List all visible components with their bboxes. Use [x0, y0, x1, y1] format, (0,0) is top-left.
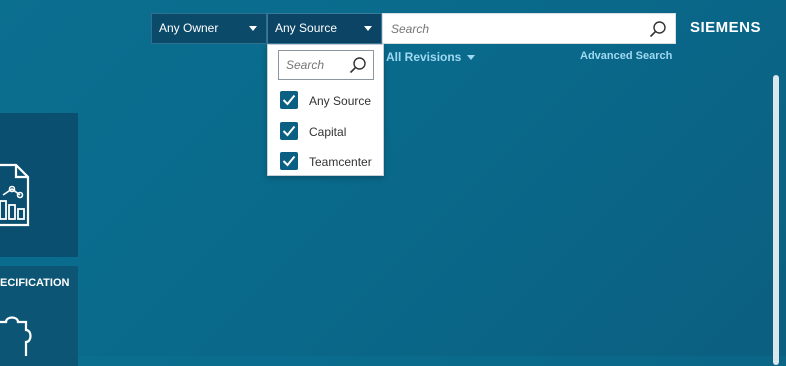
option-label: Capital	[309, 125, 347, 139]
specification-tile[interactable]: ECIFICATION	[0, 266, 78, 366]
option-label: Any Source	[309, 94, 372, 108]
checkbox[interactable]	[280, 91, 298, 109]
checkmark-icon	[282, 94, 296, 106]
checkmark-icon	[282, 155, 296, 167]
option-label: Teamcenter	[309, 155, 372, 169]
tile-label: ECIFICATION	[0, 277, 70, 289]
source-filter-dropdown[interactable]: Any Source	[267, 13, 382, 44]
search-icon[interactable]	[649, 20, 667, 43]
search-input[interactable]	[391, 20, 641, 38]
scrollbar[interactable]	[773, 75, 779, 365]
checkbox[interactable]	[280, 152, 298, 170]
dropdown-search-box	[278, 50, 374, 80]
checkmark-icon	[282, 125, 296, 137]
owner-filter-label: Any Owner	[159, 21, 219, 35]
revisions-filter[interactable]: All Revisions	[386, 50, 476, 64]
puzzle-icon	[0, 316, 32, 356]
caret-down-icon	[364, 26, 372, 31]
source-dropdown-panel: Any Source Capital Teamcenter	[267, 44, 384, 176]
search-box	[382, 13, 676, 44]
caret-down-icon	[467, 55, 476, 61]
siemens-logo: SIEMENS	[690, 19, 762, 36]
document-chart-icon	[0, 163, 30, 227]
advanced-search-link[interactable]: Advanced Search	[580, 50, 672, 62]
owner-filter-dropdown[interactable]: Any Owner	[151, 13, 267, 44]
caret-down-icon	[249, 26, 257, 31]
dashboard-tile[interactable]	[0, 113, 78, 257]
top-bar: Any Owner Any Source SIEMENS	[0, 0, 786, 48]
revisions-filter-label: All Revisions	[386, 50, 462, 64]
checkbox[interactable]	[280, 122, 298, 140]
dropdown-search-input[interactable]	[286, 57, 346, 73]
search-icon[interactable]	[349, 56, 367, 79]
source-filter-label: Any Source	[275, 21, 338, 35]
